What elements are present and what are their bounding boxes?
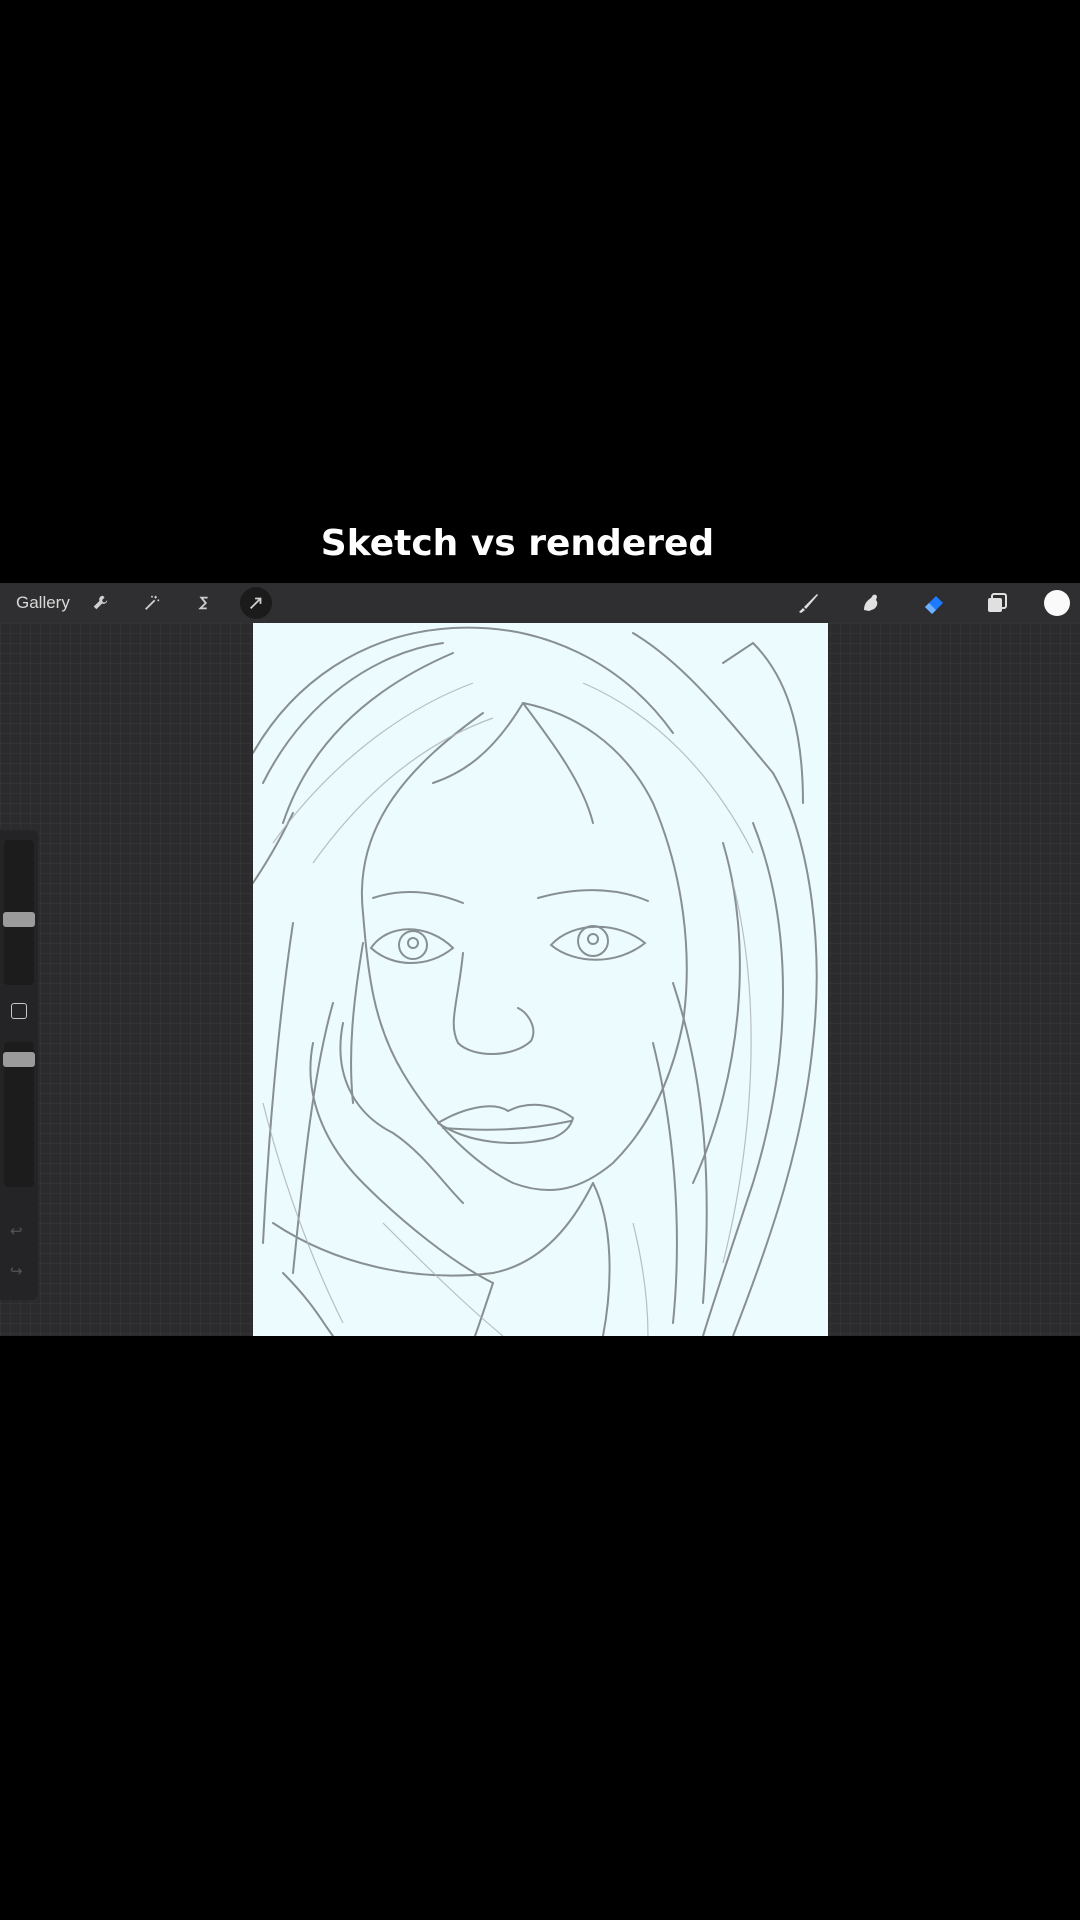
actions-button[interactable] xyxy=(84,587,116,619)
magic-wand-icon xyxy=(144,595,160,610)
sketch-artwork xyxy=(253,626,818,1336)
top-toolbar: Gallery xyxy=(0,583,1080,623)
opacity-slider[interactable] xyxy=(3,1042,35,1187)
layers-icon xyxy=(988,593,1007,612)
color-button[interactable] xyxy=(1040,583,1080,623)
brush-icon xyxy=(799,594,818,613)
brush-size-thumb[interactable] xyxy=(3,912,35,927)
wrench-icon xyxy=(93,595,108,610)
gallery-button[interactable]: Gallery xyxy=(16,593,70,613)
transform-arrow-icon xyxy=(249,597,262,610)
transform-button[interactable] xyxy=(239,587,272,619)
redo-icon[interactable]: ↪ xyxy=(10,1262,23,1280)
drawing-canvas[interactable] xyxy=(253,623,828,1336)
modify-button[interactable] xyxy=(11,1003,27,1019)
selection-button[interactable] xyxy=(188,587,220,619)
right-toolbar xyxy=(765,583,1080,623)
brush-button[interactable] xyxy=(788,583,828,623)
eraser-icon xyxy=(925,596,943,614)
smudge-button[interactable] xyxy=(851,583,891,623)
smudge-icon xyxy=(864,594,878,611)
undo-icon[interactable]: ↩ xyxy=(10,1222,23,1240)
eraser-button[interactable] xyxy=(914,583,954,623)
left-sidebar: ↩ ↪ xyxy=(0,830,38,1300)
procreate-app: Gallery ↩ ↪ xyxy=(0,583,1080,1336)
opacity-thumb[interactable] xyxy=(3,1052,35,1067)
adjustments-button[interactable] xyxy=(136,587,168,619)
selection-s-icon xyxy=(198,596,208,610)
brush-size-slider[interactable] xyxy=(3,840,35,985)
active-color-swatch xyxy=(1043,590,1070,616)
layers-button[interactable] xyxy=(977,583,1017,623)
video-caption: Sketch vs rendered xyxy=(320,523,715,564)
